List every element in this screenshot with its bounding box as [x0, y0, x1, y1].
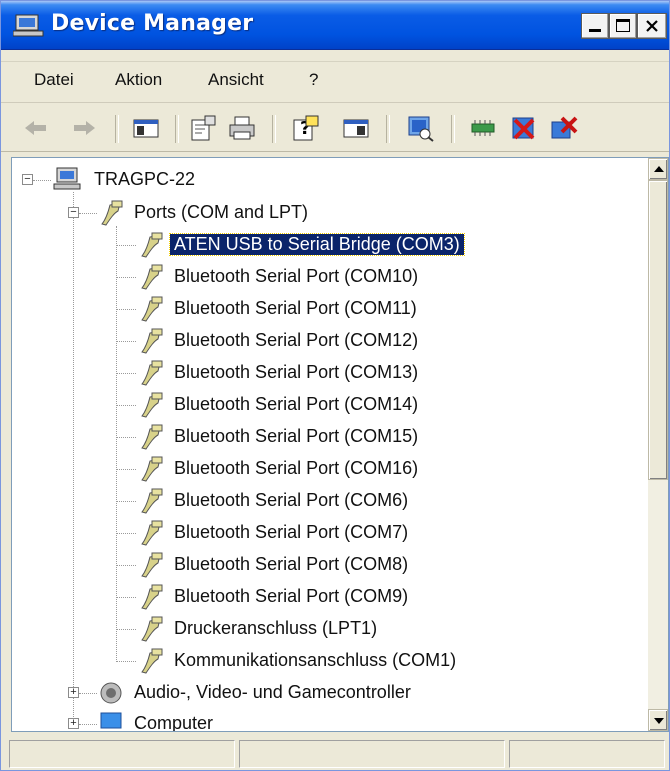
- device-manager-window: Device Manager Datei Aktion Ansicht ? ? …: [0, 0, 670, 771]
- port-item-label: ATEN USB to Serial Bridge (COM3): [169, 233, 465, 256]
- port-item-label: Bluetooth Serial Port (COM8): [174, 554, 409, 574]
- status-panel: [509, 740, 665, 768]
- back-icon[interactable]: [21, 114, 51, 142]
- status-bar: [1, 736, 669, 770]
- expand-toggle[interactable]: +: [68, 718, 79, 729]
- port-item-label: Bluetooth Serial Port (COM16): [174, 458, 419, 478]
- expand-toggle[interactable]: +: [68, 687, 79, 698]
- port-item-label: Bluetooth Serial Port (COM12): [174, 330, 419, 350]
- port-item-label: Bluetooth Serial Port (COM15): [174, 426, 419, 446]
- port-icon: [141, 552, 163, 578]
- port-item-label: Bluetooth Serial Port (COM7): [174, 522, 409, 542]
- computer-icon: [53, 167, 81, 190]
- computer-label: Computer: [134, 713, 214, 732]
- scroll-thumb[interactable]: [648, 180, 668, 480]
- port-icon: [141, 360, 163, 386]
- device-manager-icon: [13, 14, 44, 37]
- port-item-label: Bluetooth Serial Port (COM11): [174, 298, 417, 318]
- port-icon: [101, 200, 123, 226]
- print-icon[interactable]: [227, 114, 257, 142]
- port-item-label: Bluetooth Serial Port (COM6): [174, 490, 409, 510]
- port-icon: [141, 328, 163, 354]
- status-panel: [239, 740, 505, 768]
- computer-icon: [100, 712, 122, 729]
- device-tree[interactable]: − TRAGPC-22 − Ports (COM and LPT) ATEN U…: [11, 157, 669, 732]
- port-item[interactable]: Kommunikationsanschluss (COM1): [12, 646, 642, 676]
- properties-icon[interactable]: [188, 114, 218, 142]
- arrow-down-icon: [654, 718, 664, 724]
- port-item[interactable]: Bluetooth Serial Port (COM11): [12, 294, 642, 324]
- port-icon: [141, 648, 163, 674]
- port-icon: [141, 456, 163, 482]
- minimize-button[interactable]: [581, 13, 609, 39]
- root-label: TRAGPC-22: [94, 169, 196, 189]
- scroll-down-button[interactable]: [648, 709, 668, 731]
- tree-node-audio[interactable]: + Audio-, Video- und Gamecontroller: [12, 678, 642, 708]
- port-item[interactable]: Bluetooth Serial Port (COM7): [12, 518, 642, 548]
- port-item[interactable]: Bluetooth Serial Port (COM16): [12, 454, 642, 484]
- scan-hardware-icon[interactable]: [405, 114, 435, 142]
- port-item-label: Kommunikationsanschluss (COM1): [174, 650, 457, 670]
- port-icon: [141, 296, 163, 322]
- close-icon: [646, 20, 658, 32]
- port-item[interactable]: Bluetooth Serial Port (COM6): [12, 486, 642, 516]
- menu-bar: Datei Aktion Ansicht ?: [1, 61, 669, 103]
- port-icon: [141, 424, 163, 450]
- port-item[interactable]: Bluetooth Serial Port (COM10): [12, 262, 642, 292]
- maximize-button[interactable]: [609, 13, 637, 39]
- help-icon[interactable]: ?: [291, 114, 321, 142]
- action-pane-icon[interactable]: [341, 114, 371, 142]
- forward-icon[interactable]: [69, 114, 99, 142]
- port-item[interactable]: Bluetooth Serial Port (COM13): [12, 358, 642, 388]
- port-item-label: Druckeranschluss (LPT1): [174, 618, 378, 638]
- port-icon: [141, 232, 163, 258]
- port-item[interactable]: Druckeranschluss (LPT1): [12, 614, 642, 644]
- vertical-scrollbar[interactable]: [648, 158, 668, 731]
- collapse-toggle[interactable]: −: [22, 174, 33, 185]
- menu-datei[interactable]: Datei: [34, 70, 74, 90]
- port-icon: [141, 616, 163, 642]
- status-panel: [9, 740, 235, 768]
- show-hide-console-tree-icon[interactable]: [131, 114, 161, 142]
- tree-node-computer[interactable]: + Computer: [12, 709, 642, 732]
- port-item-label: Bluetooth Serial Port (COM9): [174, 586, 409, 606]
- port-icon: [141, 584, 163, 610]
- toolbar: ?: [1, 105, 669, 152]
- port-icon: [141, 392, 163, 418]
- port-icon: [141, 488, 163, 514]
- port-item-label: Bluetooth Serial Port (COM13): [174, 362, 419, 382]
- collapse-toggle[interactable]: −: [68, 207, 79, 218]
- uninstall-icon[interactable]: [549, 114, 579, 142]
- port-item[interactable]: ATEN USB to Serial Bridge (COM3): [12, 230, 642, 260]
- port-icon: [141, 520, 163, 546]
- update-driver-icon[interactable]: [469, 114, 499, 142]
- menu-ansicht[interactable]: Ansicht: [208, 70, 264, 90]
- port-item[interactable]: Bluetooth Serial Port (COM14): [12, 390, 642, 420]
- arrow-up-icon: [654, 166, 664, 172]
- window-title: Device Manager: [51, 11, 254, 36]
- tree-node-root[interactable]: − TRAGPC-22: [12, 165, 642, 195]
- menu-aktion[interactable]: Aktion: [115, 70, 162, 90]
- ports-label: Ports (COM and LPT): [134, 202, 309, 222]
- close-button[interactable]: [637, 13, 667, 39]
- tree-node-ports[interactable]: − Ports (COM and LPT): [12, 198, 642, 228]
- audio-icon: [100, 682, 122, 704]
- port-item[interactable]: Bluetooth Serial Port (COM12): [12, 326, 642, 356]
- menu-help[interactable]: ?: [309, 70, 318, 90]
- scroll-up-button[interactable]: [648, 158, 668, 180]
- disable-device-icon[interactable]: [509, 114, 539, 142]
- port-item[interactable]: Bluetooth Serial Port (COM8): [12, 550, 642, 580]
- port-item-label: Bluetooth Serial Port (COM10): [174, 266, 419, 286]
- port-item[interactable]: Bluetooth Serial Port (COM9): [12, 582, 642, 612]
- audio-label: Audio-, Video- und Gamecontroller: [134, 682, 411, 702]
- port-icon: [141, 264, 163, 290]
- port-item-label: Bluetooth Serial Port (COM14): [174, 394, 419, 414]
- title-bar[interactable]: Device Manager: [1, 1, 669, 50]
- port-item[interactable]: Bluetooth Serial Port (COM15): [12, 422, 642, 452]
